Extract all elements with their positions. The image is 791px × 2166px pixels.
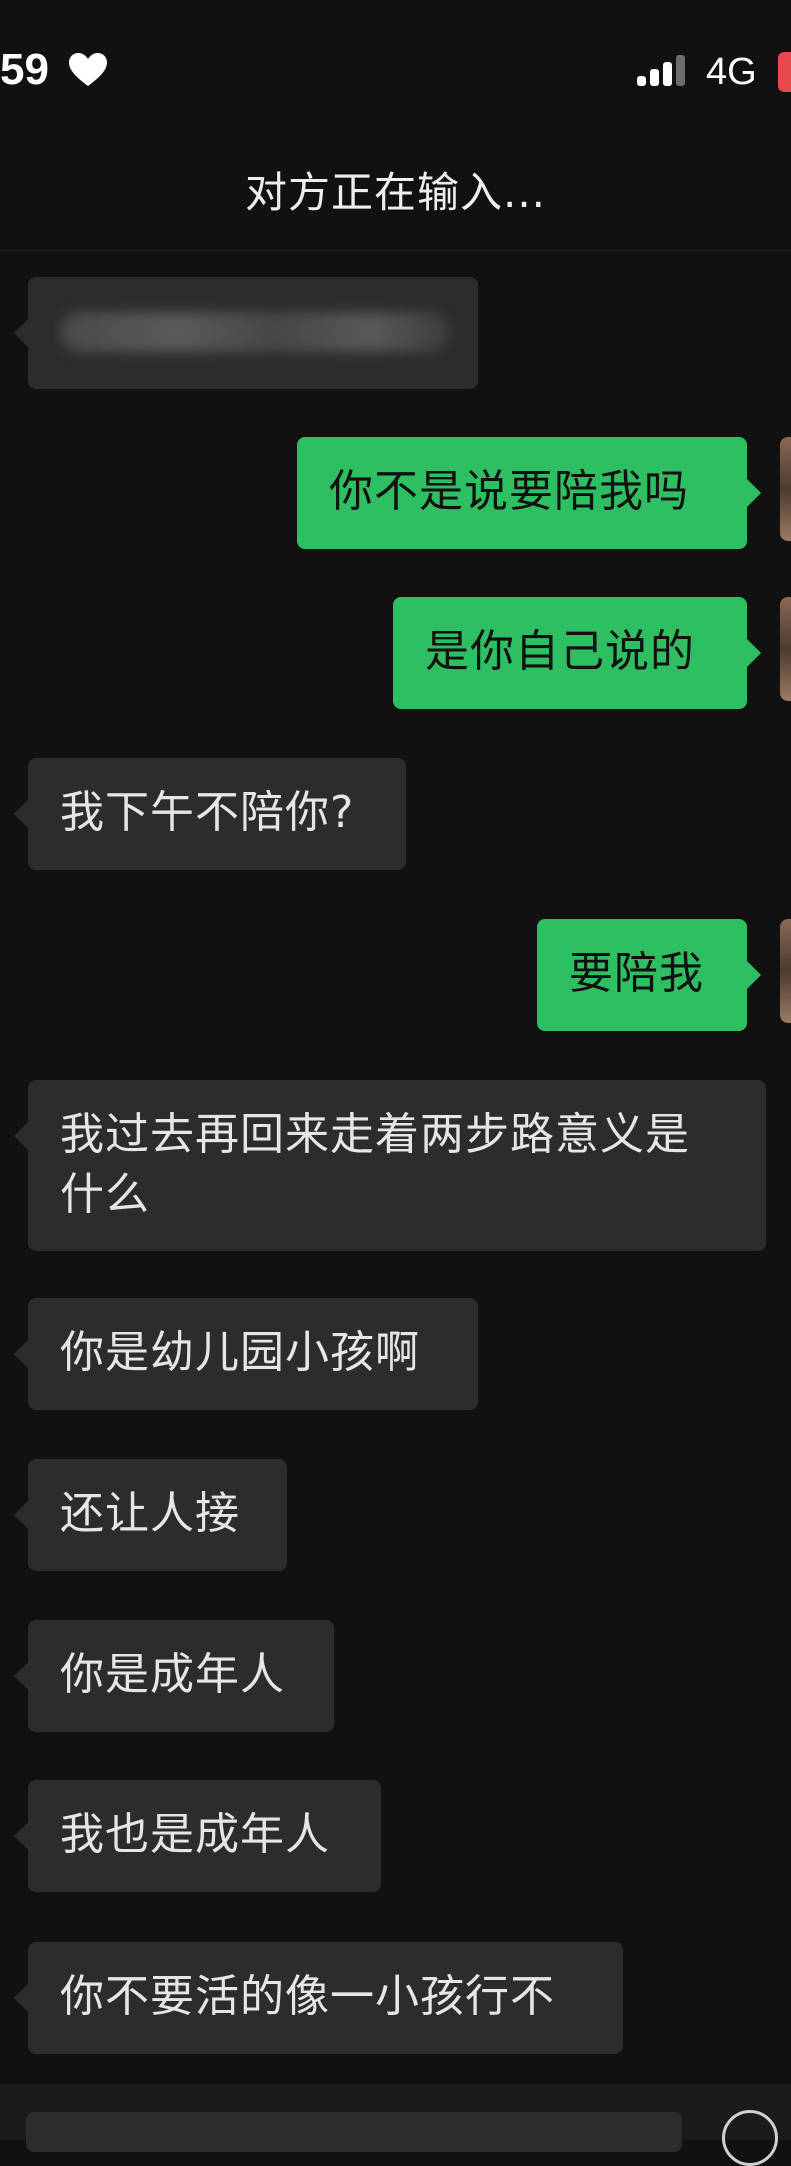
avatar[interactable] — [780, 437, 791, 541]
status-bar: 59 4G — [0, 0, 791, 120]
message-bubble-incoming[interactable]: 你是幼儿园小孩啊 — [14, 1298, 478, 1410]
message-bubble-outgoing[interactable]: 是你自己说的 — [393, 597, 761, 709]
message-bubble-incoming[interactable]: 我也是成年人 — [14, 1780, 381, 1892]
heart-icon — [69, 53, 107, 86]
avatar[interactable] — [780, 919, 791, 1023]
status-time: 59 — [0, 45, 49, 94]
avatar[interactable] — [780, 597, 791, 701]
message-bubble-incoming[interactable] — [14, 277, 478, 389]
message-bubble-outgoing[interactable]: 你不是说要陪我吗 — [297, 437, 761, 549]
network-label: 4G — [706, 51, 757, 93]
message-input[interactable] — [26, 2112, 682, 2152]
chat-title: 对方正在输入... — [244, 168, 547, 217]
message-bubble-outgoing[interactable]: 要陪我 — [537, 919, 761, 1031]
blurred-message-text — [60, 312, 450, 352]
message-bubble-incoming[interactable]: 你是成年人 — [14, 1620, 334, 1732]
message-bubble-incoming[interactable]: 你不要活的像一小孩行不 — [14, 1942, 623, 2054]
message-bubble-incoming[interactable]: 还让人接 — [14, 1459, 287, 1571]
message-bubble-incoming[interactable]: 我下午不陪你? — [14, 758, 406, 870]
signal-icon — [637, 55, 685, 86]
header-divider — [0, 250, 791, 251]
emoji-icon[interactable] — [722, 2110, 778, 2166]
message-bubble-incoming[interactable]: 我过去再回来走着两步路意义是什么 — [14, 1080, 766, 1251]
battery-icon — [778, 52, 791, 92]
